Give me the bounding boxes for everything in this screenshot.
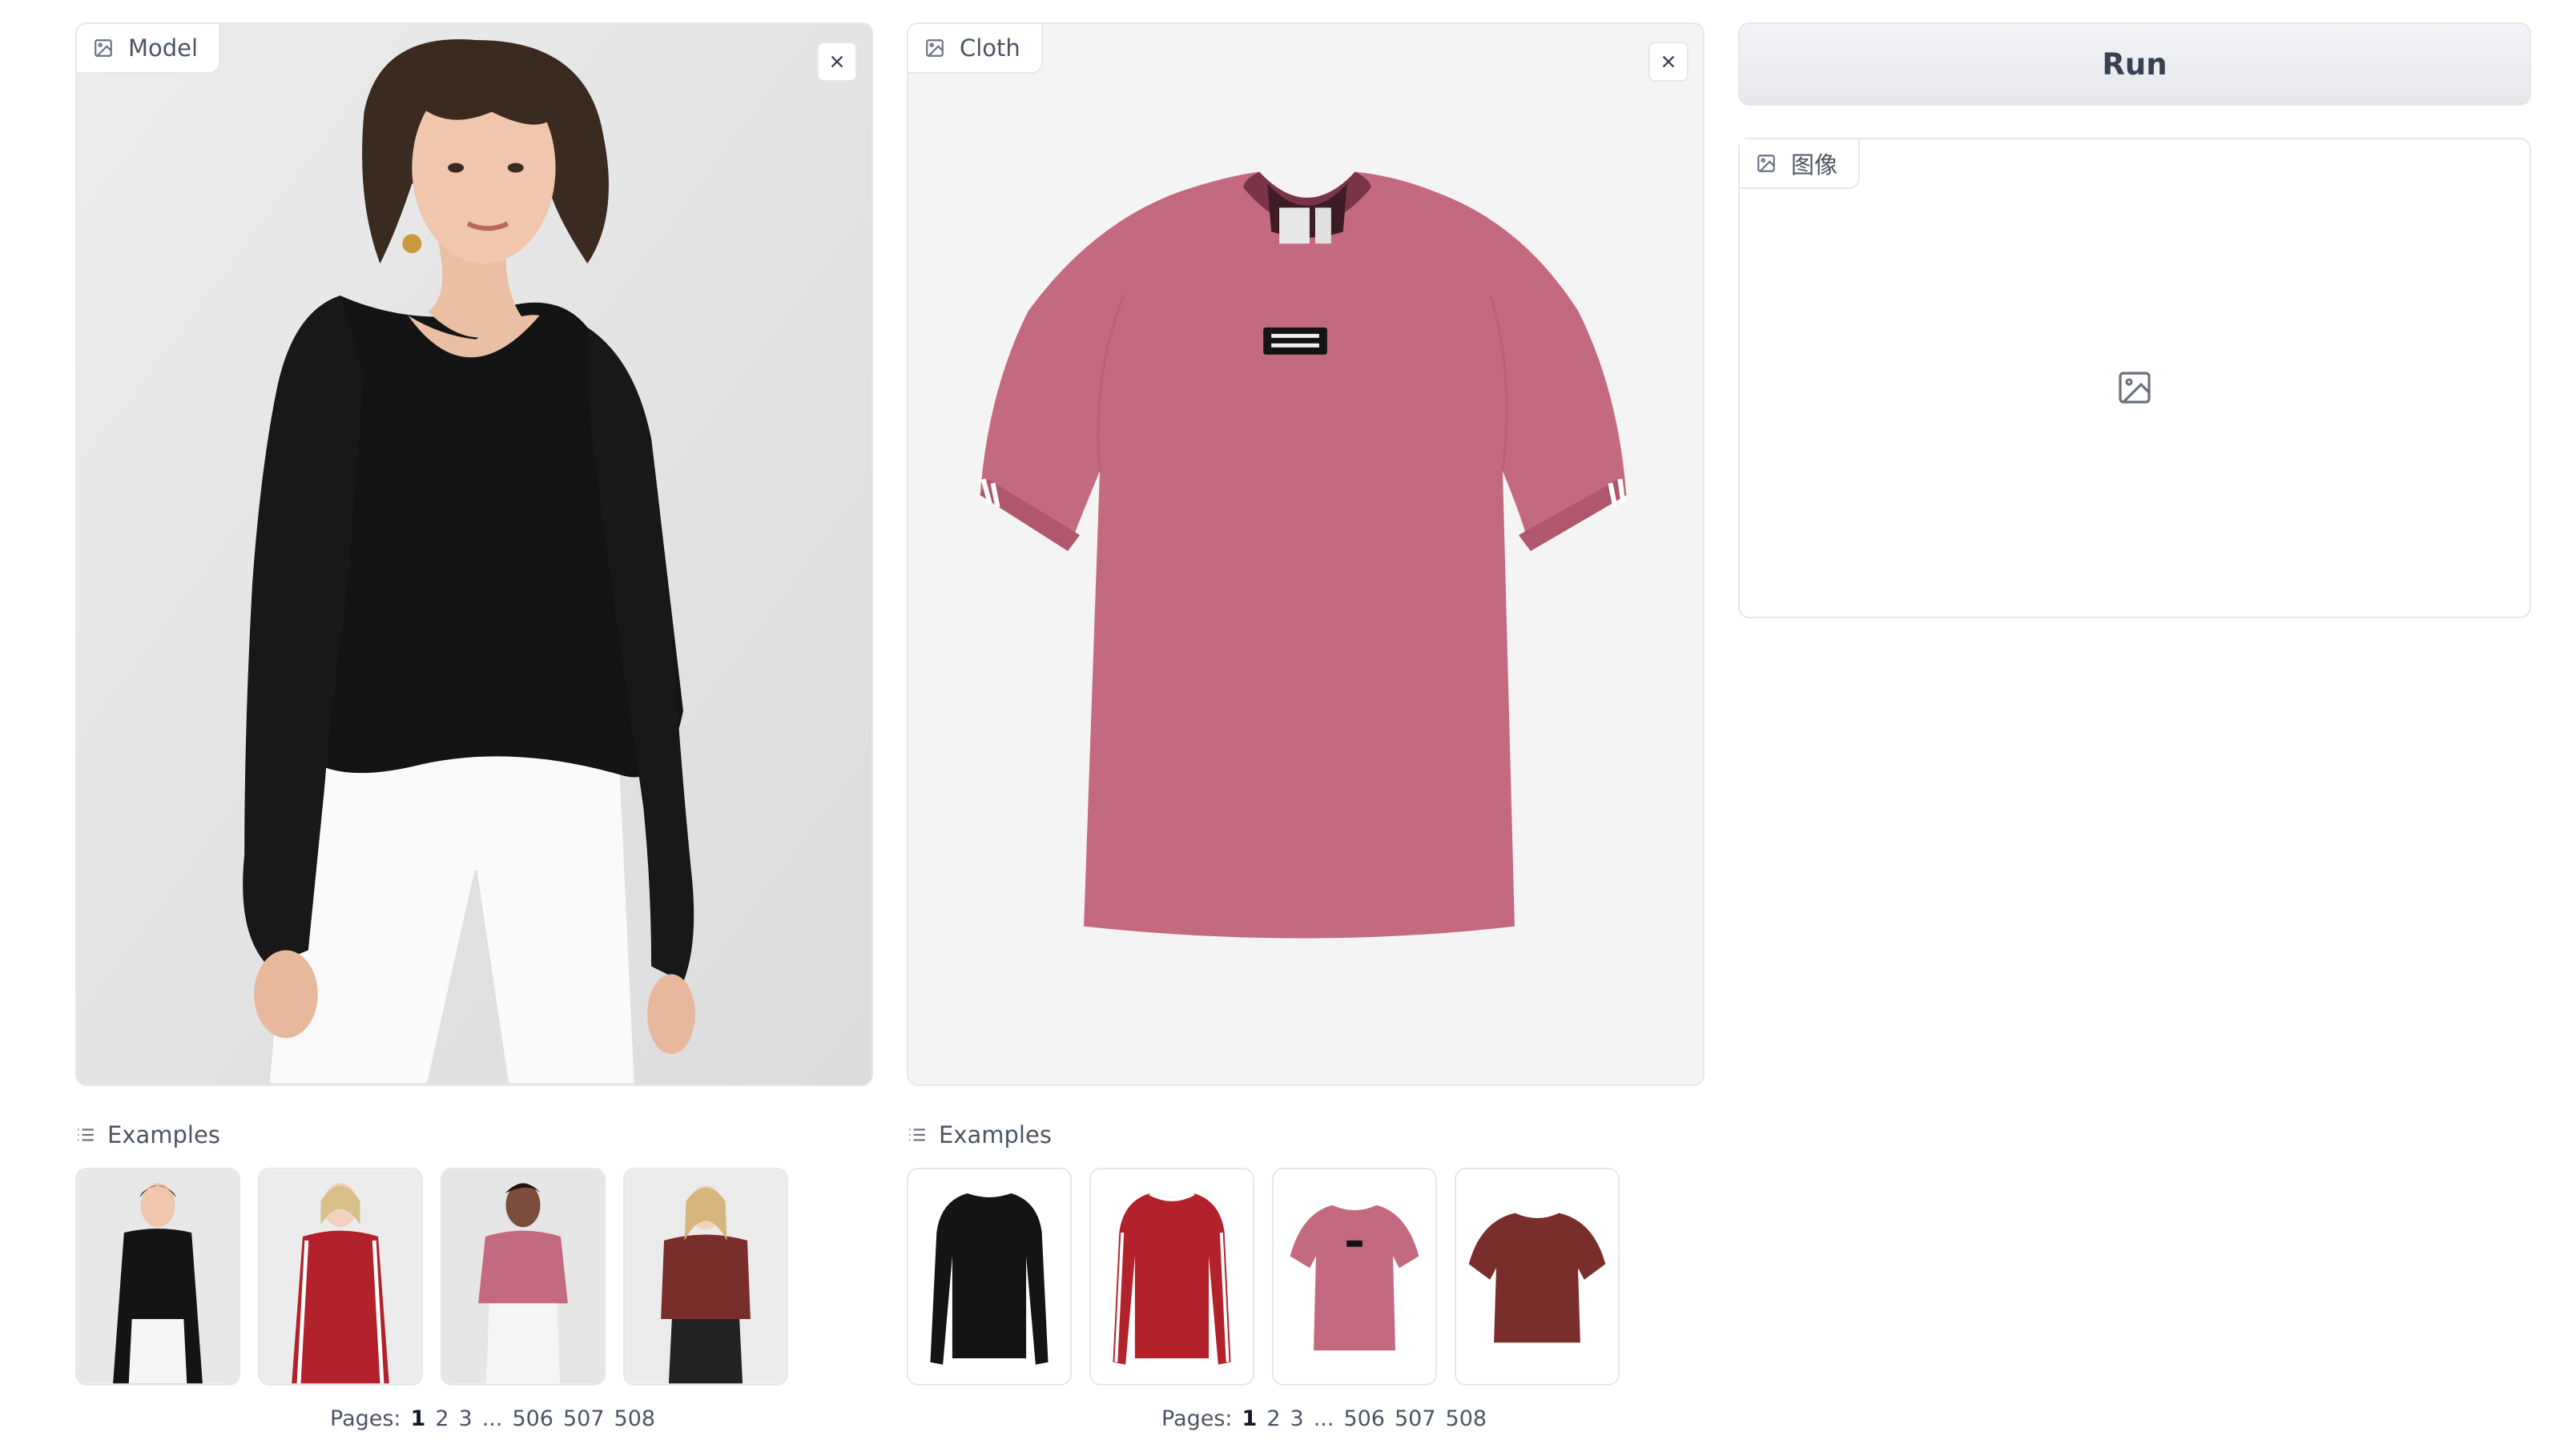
page-link[interactable]: 506	[512, 1406, 553, 1431]
list-icon	[909, 1128, 925, 1141]
cloth-examples-gallery	[907, 1168, 1620, 1386]
cloth-examples-pager: Pages: 1 2 3 ... 506 507 508	[1161, 1406, 1487, 1431]
cloth-clear-button[interactable]	[1648, 42, 1688, 82]
close-icon	[1662, 55, 1675, 68]
cloth-example-thumb[interactable]	[907, 1168, 1072, 1386]
list-icon	[78, 1128, 94, 1141]
model-example-thumb[interactable]	[258, 1168, 423, 1386]
model-image-panel[interactable]: Model	[75, 22, 873, 1086]
model-examples-pager: Pages: 1 2 3 ... 506 507 508	[330, 1406, 655, 1431]
output-panel-label: 图像	[1740, 139, 1861, 189]
cloth-label-text: Cloth	[960, 34, 1020, 62]
page-ellipsis: ...	[1313, 1406, 1334, 1431]
page-link[interactable]: 1	[411, 1406, 426, 1431]
image-icon	[95, 39, 112, 57]
page-link[interactable]: 2	[435, 1406, 449, 1431]
model-example-thumb[interactable]	[441, 1168, 606, 1386]
page-ellipsis: ...	[481, 1406, 503, 1431]
cloth-panel-label: Cloth	[908, 24, 1043, 74]
page-link[interactable]: 2	[1266, 1406, 1280, 1431]
page-link[interactable]: 3	[1290, 1406, 1304, 1431]
model-examples-gallery	[75, 1168, 788, 1386]
model-example-thumb[interactable]	[75, 1168, 240, 1386]
close-icon	[831, 55, 843, 68]
cloth-examples-header: Examples	[907, 1121, 1052, 1148]
cloth-examples-label: Examples	[939, 1121, 1052, 1148]
page-link[interactable]: 507	[563, 1406, 605, 1431]
image-icon	[1757, 155, 1775, 172]
output-label-text: 图像	[1791, 151, 1838, 179]
page-link[interactable]: 508	[614, 1406, 656, 1431]
pager-prefix: Pages:	[330, 1406, 401, 1431]
model-clear-button[interactable]	[817, 42, 857, 82]
cloth-example-thumb[interactable]	[1455, 1168, 1620, 1386]
image-icon	[926, 39, 944, 57]
page-link[interactable]: 507	[1395, 1406, 1436, 1431]
run-button[interactable]: Run	[1738, 22, 2531, 106]
page-link[interactable]: 508	[1446, 1406, 1487, 1431]
model-examples-header: Examples	[75, 1121, 220, 1148]
cloth-image-panel[interactable]: Cloth	[907, 22, 1705, 1086]
image-placeholder-icon	[2119, 372, 2151, 404]
cloth-photo	[908, 24, 1703, 1084]
page-link[interactable]: 1	[1242, 1406, 1258, 1431]
model-examples-label: Examples	[107, 1121, 220, 1148]
pager-prefix: Pages:	[1161, 1406, 1233, 1431]
model-example-thumb[interactable]	[623, 1168, 788, 1386]
model-panel-label: Model	[77, 24, 221, 74]
cloth-example-thumb[interactable]	[1272, 1168, 1437, 1386]
output-image-panel: 图像	[1738, 138, 2531, 618]
page-link[interactable]: 3	[459, 1406, 473, 1431]
model-photo	[77, 24, 871, 1084]
model-label-text: Model	[128, 34, 199, 62]
cloth-example-thumb[interactable]	[1089, 1168, 1254, 1386]
page-link[interactable]: 506	[1343, 1406, 1385, 1431]
